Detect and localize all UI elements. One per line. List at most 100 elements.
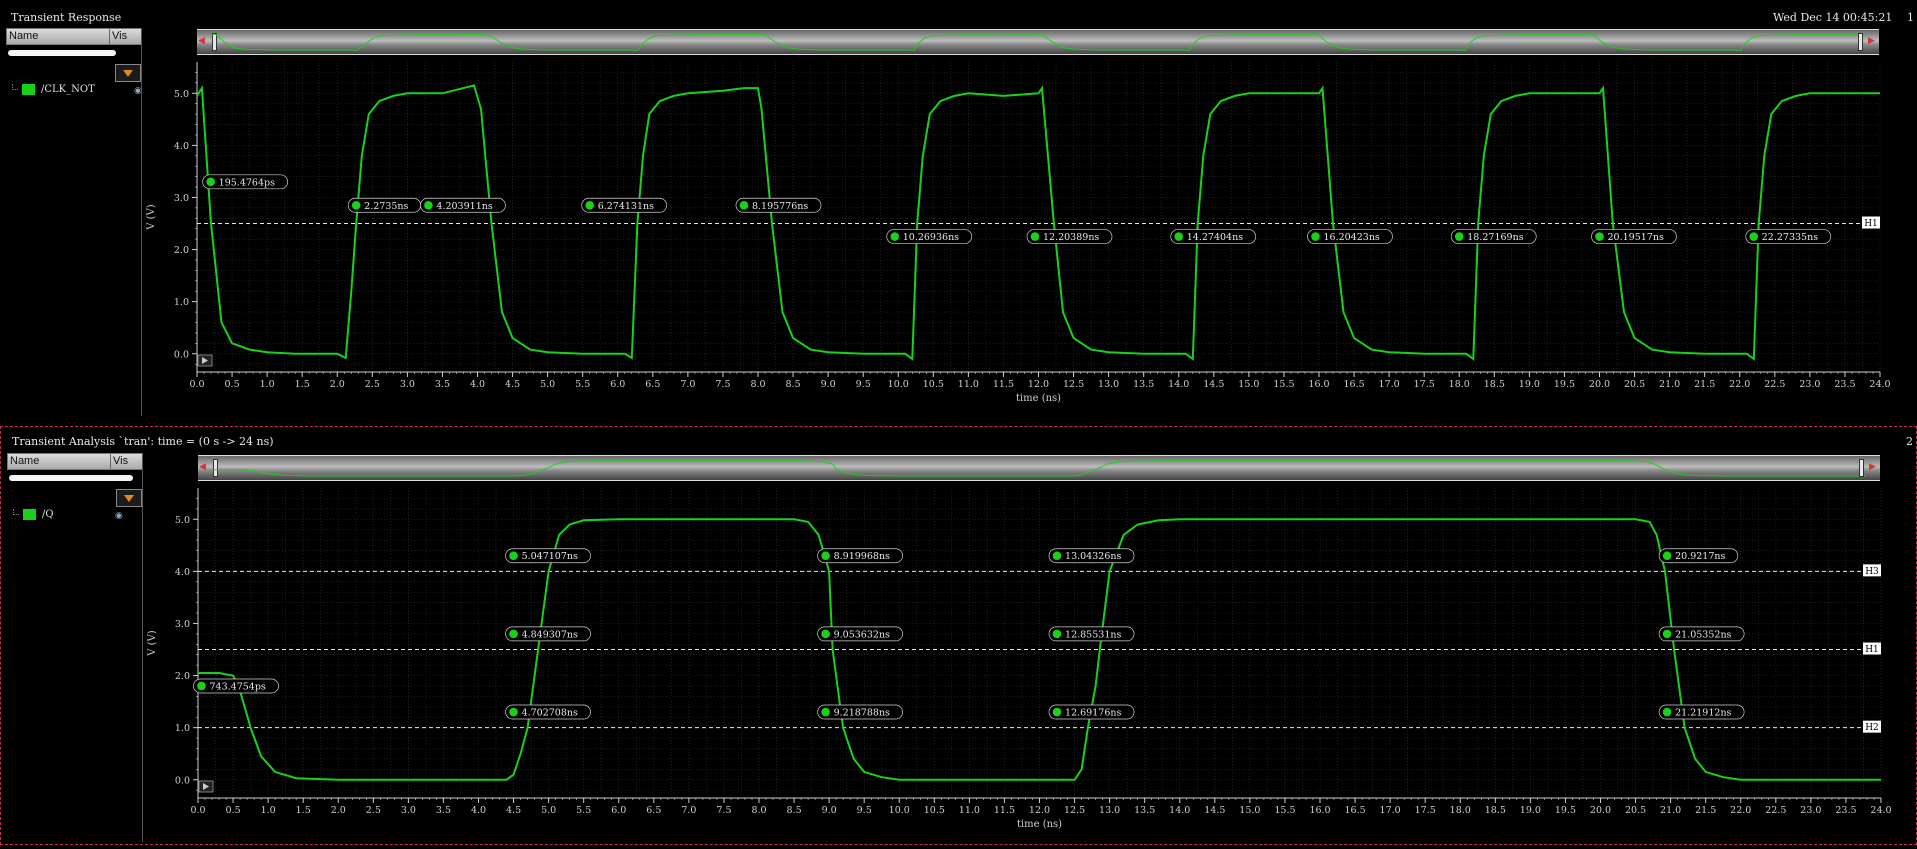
marker-dot <box>821 629 830 639</box>
marker-annotation: 12.85531ns <box>1048 626 1135 642</box>
marker-dot <box>821 707 830 717</box>
x-tick-label: 0.0 <box>189 379 204 390</box>
y-tick-label: 1.0 <box>175 723 190 734</box>
marker-label: 21.05352ns <box>1675 629 1731 640</box>
y-tick-label: 3.0 <box>174 193 189 204</box>
marker-dot <box>1052 629 1062 639</box>
x-tick-label: 11.0 <box>958 379 979 390</box>
marker-dot <box>821 551 830 561</box>
marker-dot <box>1454 232 1464 241</box>
x-tick-label: 10.0 <box>888 379 909 390</box>
marker-annotation: 9.218788ns <box>817 704 903 720</box>
x-tick-label: 2.5 <box>365 379 380 390</box>
x-tick-label: 2.0 <box>330 379 345 390</box>
marker-annotation: 21.21912ns <box>1658 704 1745 720</box>
marker-dot <box>509 629 518 639</box>
marker-annotation: 10.26936ns <box>886 229 973 244</box>
x-tick-label: 17.0 <box>1380 805 1401 816</box>
marker-label: 20.9217ns <box>1675 551 1725 562</box>
marker-annotation: 16.20423ns <box>1307 229 1393 244</box>
marker-annotation: 21.05352ns <box>1658 626 1745 642</box>
x-tick-label: 18.5 <box>1484 379 1505 390</box>
x-tick-label: 13.0 <box>1099 805 1120 816</box>
marker-label: 4.849307ns <box>522 629 578 640</box>
marker-label: 13.04326ns <box>1065 551 1121 562</box>
horizontal-marker-tag: H1 <box>1862 216 1880 229</box>
marker-annotation: 5.047107ns <box>505 548 591 564</box>
x-tick-label: 19.0 <box>1520 805 1541 816</box>
marker-label: 8.195776ns <box>752 201 808 212</box>
marker-annotation: 195.4764ps <box>202 174 289 190</box>
x-tick-label: 12.5 <box>1064 805 1085 816</box>
marker-tag-label: H3 <box>1865 567 1879 577</box>
marker-label: 6.274131ns <box>598 201 654 212</box>
marker-annotation: 22.27335ns <box>1745 229 1832 244</box>
x-tick-label: 7.5 <box>716 805 731 816</box>
marker-dot <box>890 232 900 241</box>
marker-dot <box>424 200 433 210</box>
x-tick-label: 8.0 <box>750 379 765 390</box>
play-button[interactable] <box>197 354 213 367</box>
x-tick-label: 5.5 <box>576 805 591 816</box>
x-tick-label: 9.5 <box>857 805 872 816</box>
x-tick-label: 0.0 <box>190 805 205 816</box>
x-tick-label: 24.0 <box>1870 805 1891 816</box>
x-tick-label: 4.0 <box>470 379 485 390</box>
x-tick-label: 3.0 <box>401 805 416 816</box>
marker-label: 5.047107ns <box>522 551 578 562</box>
marker-annotation: 14.27404ns <box>1170 229 1257 244</box>
horizontal-marker-tag: H3 <box>1863 564 1881 577</box>
x-tick-label: 8.5 <box>786 379 801 390</box>
x-tick-label: 4.5 <box>505 379 520 390</box>
x-tick-label: 17.5 <box>1414 379 1435 390</box>
marker-dot <box>739 200 749 210</box>
x-tick-label: 20.0 <box>1590 805 1611 816</box>
y-tick-label: 3.0 <box>175 619 190 630</box>
marker-annotation: 20.9217ns <box>1658 548 1739 564</box>
x-tick-label: 8.0 <box>751 805 766 816</box>
x-tick-label: 19.0 <box>1519 379 1540 390</box>
x-tick-label: 15.0 <box>1238 379 1259 390</box>
play-button[interactable] <box>198 780 214 793</box>
y-tick-label: 2.0 <box>174 245 189 256</box>
x-tick-label: 20.0 <box>1589 379 1610 390</box>
marker-annotation: 8.919968ns <box>817 548 903 564</box>
marker-annotation: 4.203911ns <box>420 197 506 213</box>
marker-dot <box>1030 232 1040 241</box>
marker-label: 4.203911ns <box>436 201 492 212</box>
marker-dot <box>509 551 518 561</box>
x-tick-label: 15.5 <box>1274 805 1295 816</box>
x-tick-label: 8.5 <box>787 805 802 816</box>
x-tick-label: 14.5 <box>1204 805 1225 816</box>
x-axis-label: time (ns) <box>1016 393 1061 404</box>
y-axis-label: V (V) <box>147 630 158 657</box>
x-tick-label: 5.0 <box>541 805 556 816</box>
marker-annotation: 6.274131ns <box>581 197 668 213</box>
x-tick-label: 3.5 <box>435 379 450 390</box>
x-tick-label: 6.5 <box>645 379 660 390</box>
x-tick-label: 11.5 <box>993 379 1014 390</box>
marker-annotation: 12.69176ns <box>1048 704 1135 720</box>
marker-annotation: 9.053632ns <box>817 626 903 642</box>
x-tick-label: 16.5 <box>1343 379 1364 390</box>
x-tick-label: 10.0 <box>889 805 910 816</box>
chart-1: 0.0 0.5 1.0 1.5 2.0 2.5 3.0 3.5 4.0 4.5 5.0 5.5 6.0 6… <box>146 62 1891 404</box>
marker-dot <box>1311 232 1320 241</box>
x-tick-label: 22.5 <box>1764 379 1785 390</box>
marker-dot <box>1595 232 1604 241</box>
marker-label: 195.4764ps <box>219 177 275 188</box>
marker-label: 2.2735ns <box>364 201 408 212</box>
marker-label: 12.69176ns <box>1065 708 1121 719</box>
horizontal-marker-tag: H1 <box>1863 642 1881 655</box>
marker-dot <box>1662 551 1672 561</box>
x-tick-label: 19.5 <box>1555 805 1576 816</box>
x-tick-label: 22.5 <box>1765 805 1786 816</box>
marker-label: 12.20389ns <box>1043 232 1099 243</box>
marker-label: 12.85531ns <box>1065 629 1121 640</box>
marker-dot <box>1052 707 1062 717</box>
marker-annotation: 12.20389ns <box>1026 229 1113 244</box>
x-tick-label: 20.5 <box>1625 805 1646 816</box>
x-tick-label: 14.0 <box>1169 805 1190 816</box>
marker-dot <box>1662 707 1672 717</box>
horizontal-marker-tag: H2 <box>1863 720 1881 733</box>
